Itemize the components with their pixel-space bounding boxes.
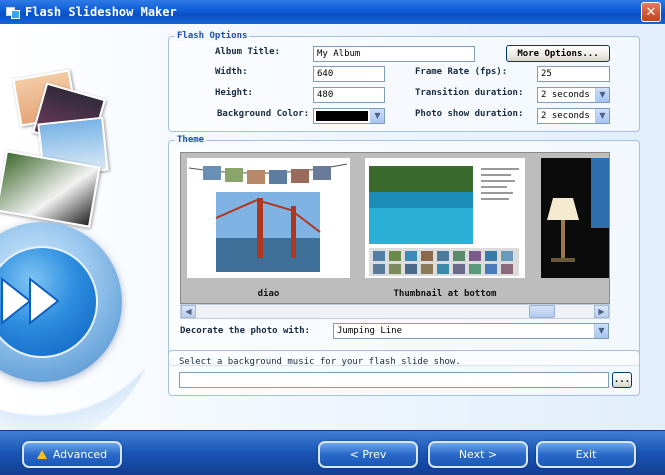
- decorate-photo-select[interactable]: Jumping Line ▼: [333, 323, 609, 339]
- exit-button[interactable]: Exit: [536, 441, 636, 468]
- scroll-left-icon[interactable]: ◀: [181, 305, 196, 318]
- photo-show-duration-label: Photo show duration:: [415, 109, 524, 119]
- client-area: Flash Options Album Title: My Album More…: [0, 24, 665, 475]
- scroll-right-icon[interactable]: ▶: [594, 305, 609, 318]
- music-group: Select a background music for your flash…: [168, 350, 640, 396]
- prev-button[interactable]: < Prev: [318, 441, 418, 468]
- decorate-photo-label: Decorate the photo with:: [180, 326, 311, 336]
- window-title: Flash Slideshow Maker: [25, 5, 177, 19]
- chevron-down-icon[interactable]: ▼: [370, 109, 384, 123]
- height-label: Height:: [215, 88, 253, 98]
- app-icon: [6, 5, 20, 19]
- transition-duration-label: Transition duration:: [415, 88, 524, 98]
- width-input[interactable]: 640: [313, 66, 385, 82]
- chevron-down-icon[interactable]: ▼: [595, 88, 609, 102]
- frame-rate-input[interactable]: 25: [537, 66, 610, 82]
- flash-options-group: Flash Options Album Title: My Album More…: [168, 31, 640, 132]
- warning-icon: [36, 450, 47, 459]
- album-title-label: Album Title:: [215, 47, 281, 57]
- advanced-button[interactable]: Advanced: [22, 441, 122, 468]
- theme-caption-diao: diao: [257, 289, 280, 299]
- photo-show-duration-value: 2 seconds: [541, 111, 590, 121]
- theme-thumbnail-3[interactable]: [541, 158, 609, 278]
- close-button[interactable]: ✕: [641, 2, 661, 22]
- theme-thumbnail-diao[interactable]: [187, 158, 350, 278]
- theme-gallery-scrollbar[interactable]: ◀ ▶: [180, 304, 610, 319]
- theme-legend: Theme: [175, 135, 207, 145]
- transition-duration-select[interactable]: 2 seconds ▼: [537, 87, 610, 103]
- theme-preview-3: [541, 158, 609, 278]
- theme-caption-thumbnail-at-bottom: Thumbnail at bottom: [393, 289, 497, 299]
- background-color-picker[interactable]: ▼: [313, 108, 385, 124]
- chevron-down-icon[interactable]: ▼: [595, 109, 609, 123]
- theme-preview-thumbnail-at-bottom: [365, 158, 525, 278]
- width-label: Width:: [215, 67, 248, 77]
- next-button[interactable]: Next >: [428, 441, 528, 468]
- advanced-label: Advanced: [52, 448, 108, 461]
- scrollbar-thumb[interactable]: [529, 305, 555, 318]
- music-path-input[interactable]: [179, 372, 609, 388]
- frame-rate-label: Frame Rate (fps):: [415, 67, 508, 77]
- album-title-input[interactable]: My Album: [313, 46, 475, 62]
- music-prompt: Select a background music for your flash…: [179, 357, 461, 367]
- background-color-swatch: [316, 111, 368, 121]
- footer-bar: Advanced < Prev Next > Exit: [0, 430, 665, 475]
- title-bar: Flash Slideshow Maker ✕: [0, 0, 665, 24]
- more-options-button[interactable]: More Options...: [506, 45, 610, 62]
- theme-thumbnail-thumbnail-at-bottom[interactable]: [365, 158, 525, 278]
- transition-duration-value: 2 seconds: [541, 90, 590, 100]
- decorate-photo-value: Jumping Line: [337, 326, 403, 336]
- decorative-banner: [0, 24, 170, 430]
- height-input[interactable]: 480: [313, 87, 385, 103]
- photo-show-duration-select[interactable]: 2 seconds ▼: [537, 108, 610, 124]
- fast-forward-icon: [0, 276, 60, 326]
- theme-preview-diao: [187, 158, 350, 278]
- theme-gallery: diao Thumbnail at bottom: [180, 152, 610, 304]
- browse-music-button[interactable]: ...: [612, 372, 632, 388]
- background-color-label: Background Color:: [217, 109, 310, 119]
- chevron-down-icon[interactable]: ▼: [594, 324, 608, 338]
- flash-options-legend: Flash Options: [175, 31, 250, 41]
